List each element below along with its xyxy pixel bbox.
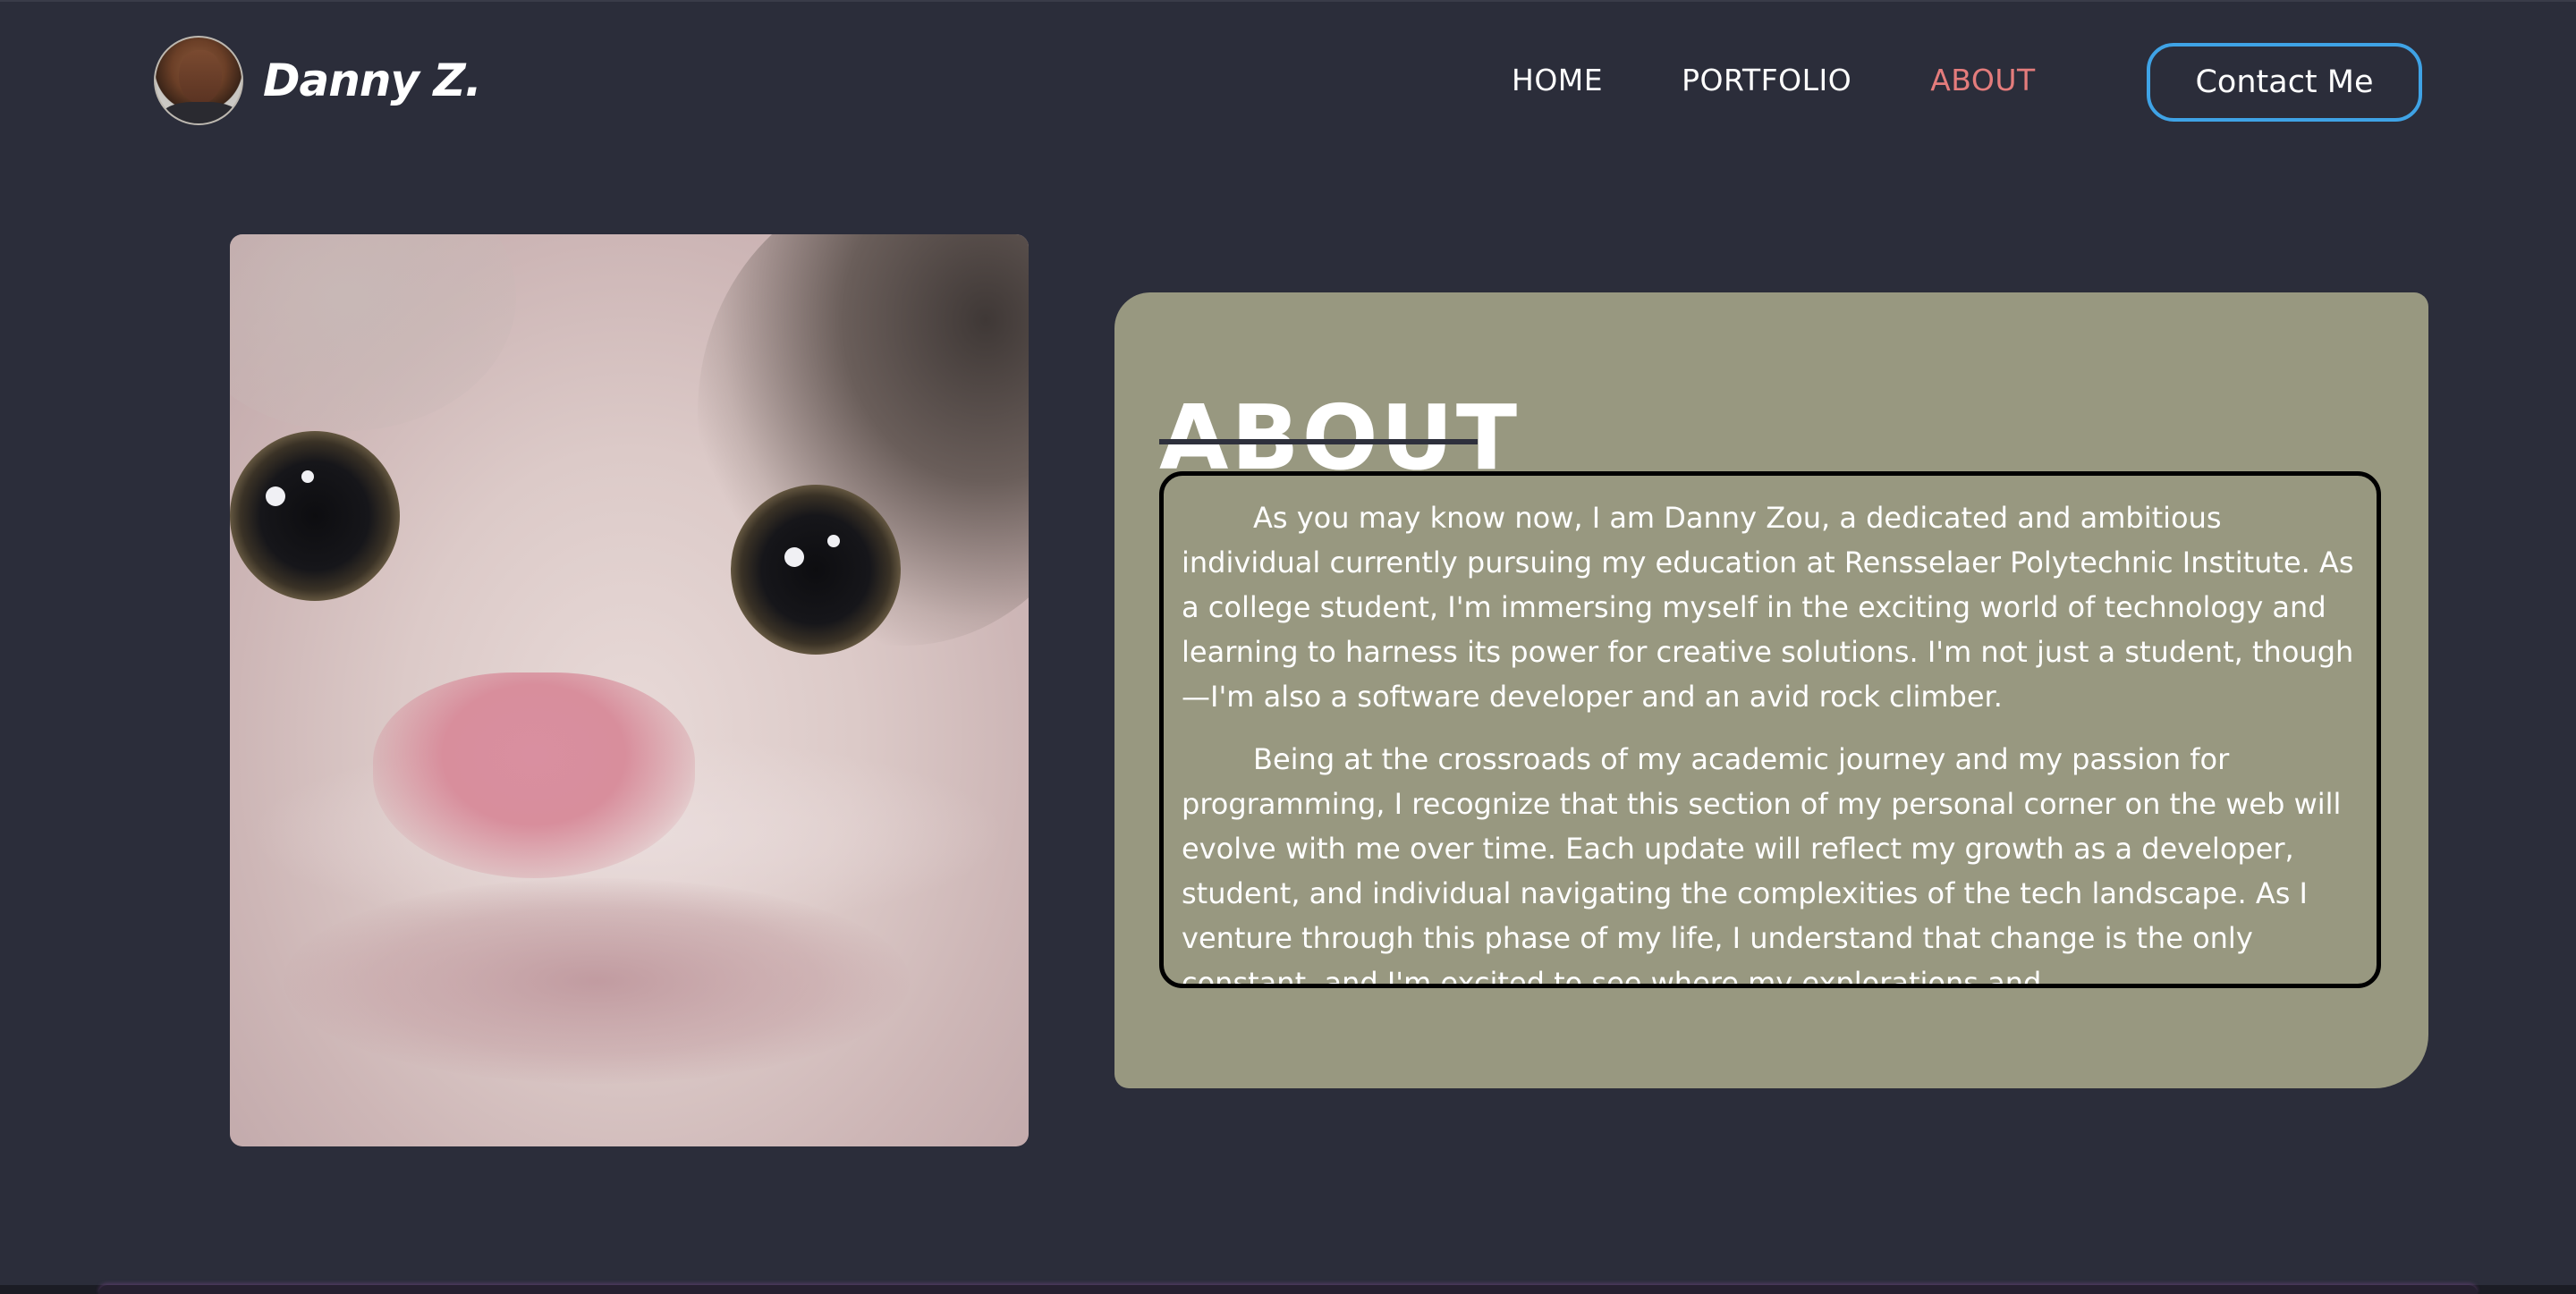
photo-fur-left bbox=[230, 234, 516, 431]
nav-links: HOME PORTFOLIO ABOUT bbox=[1512, 55, 2114, 106]
about-paragraph-2: Being at the crossroads of my academic j… bbox=[1182, 742, 2342, 988]
about-text-box[interactable]: As you may know now, I am Danny Zou, a d… bbox=[1159, 471, 2381, 988]
photo-eye-glint bbox=[266, 486, 285, 506]
nav-portfolio[interactable]: PORTFOLIO bbox=[1682, 55, 1852, 106]
footer-edge bbox=[0, 1285, 2576, 1294]
brand-link[interactable]: Danny Z. bbox=[154, 36, 482, 125]
photo-eye-glint bbox=[301, 470, 314, 483]
brand-name: Danny Z. bbox=[263, 55, 482, 106]
avatar-face bbox=[179, 50, 222, 104]
contact-me-button[interactable]: Contact Me bbox=[2147, 43, 2422, 122]
avatar bbox=[154, 36, 243, 125]
nav-home[interactable]: HOME bbox=[1512, 55, 1603, 106]
photo-eye-glint bbox=[784, 547, 804, 567]
photo-eye-glint bbox=[827, 535, 840, 547]
photo-mouth bbox=[284, 878, 910, 1084]
avatar-shirt bbox=[161, 102, 240, 123]
about-card: ABOUT As you may know now, I am Danny Zo… bbox=[1114, 292, 2428, 1088]
title-underline bbox=[1159, 439, 1478, 444]
photo-eye-left bbox=[230, 431, 400, 601]
photo-eye-right bbox=[731, 485, 901, 655]
navbar: Danny Z. HOME PORTFOLIO ABOUT Contact Me bbox=[0, 0, 2576, 161]
nav-about[interactable]: ABOUT bbox=[1930, 55, 2035, 106]
about-paragraph-1: As you may know now, I am Danny Zou, a d… bbox=[1182, 501, 2354, 714]
about-photo bbox=[230, 234, 1029, 1146]
photo-nose bbox=[373, 672, 695, 878]
footer-glow bbox=[98, 1285, 2478, 1294]
page: Danny Z. HOME PORTFOLIO ABOUT Contact Me… bbox=[0, 0, 2576, 1294]
